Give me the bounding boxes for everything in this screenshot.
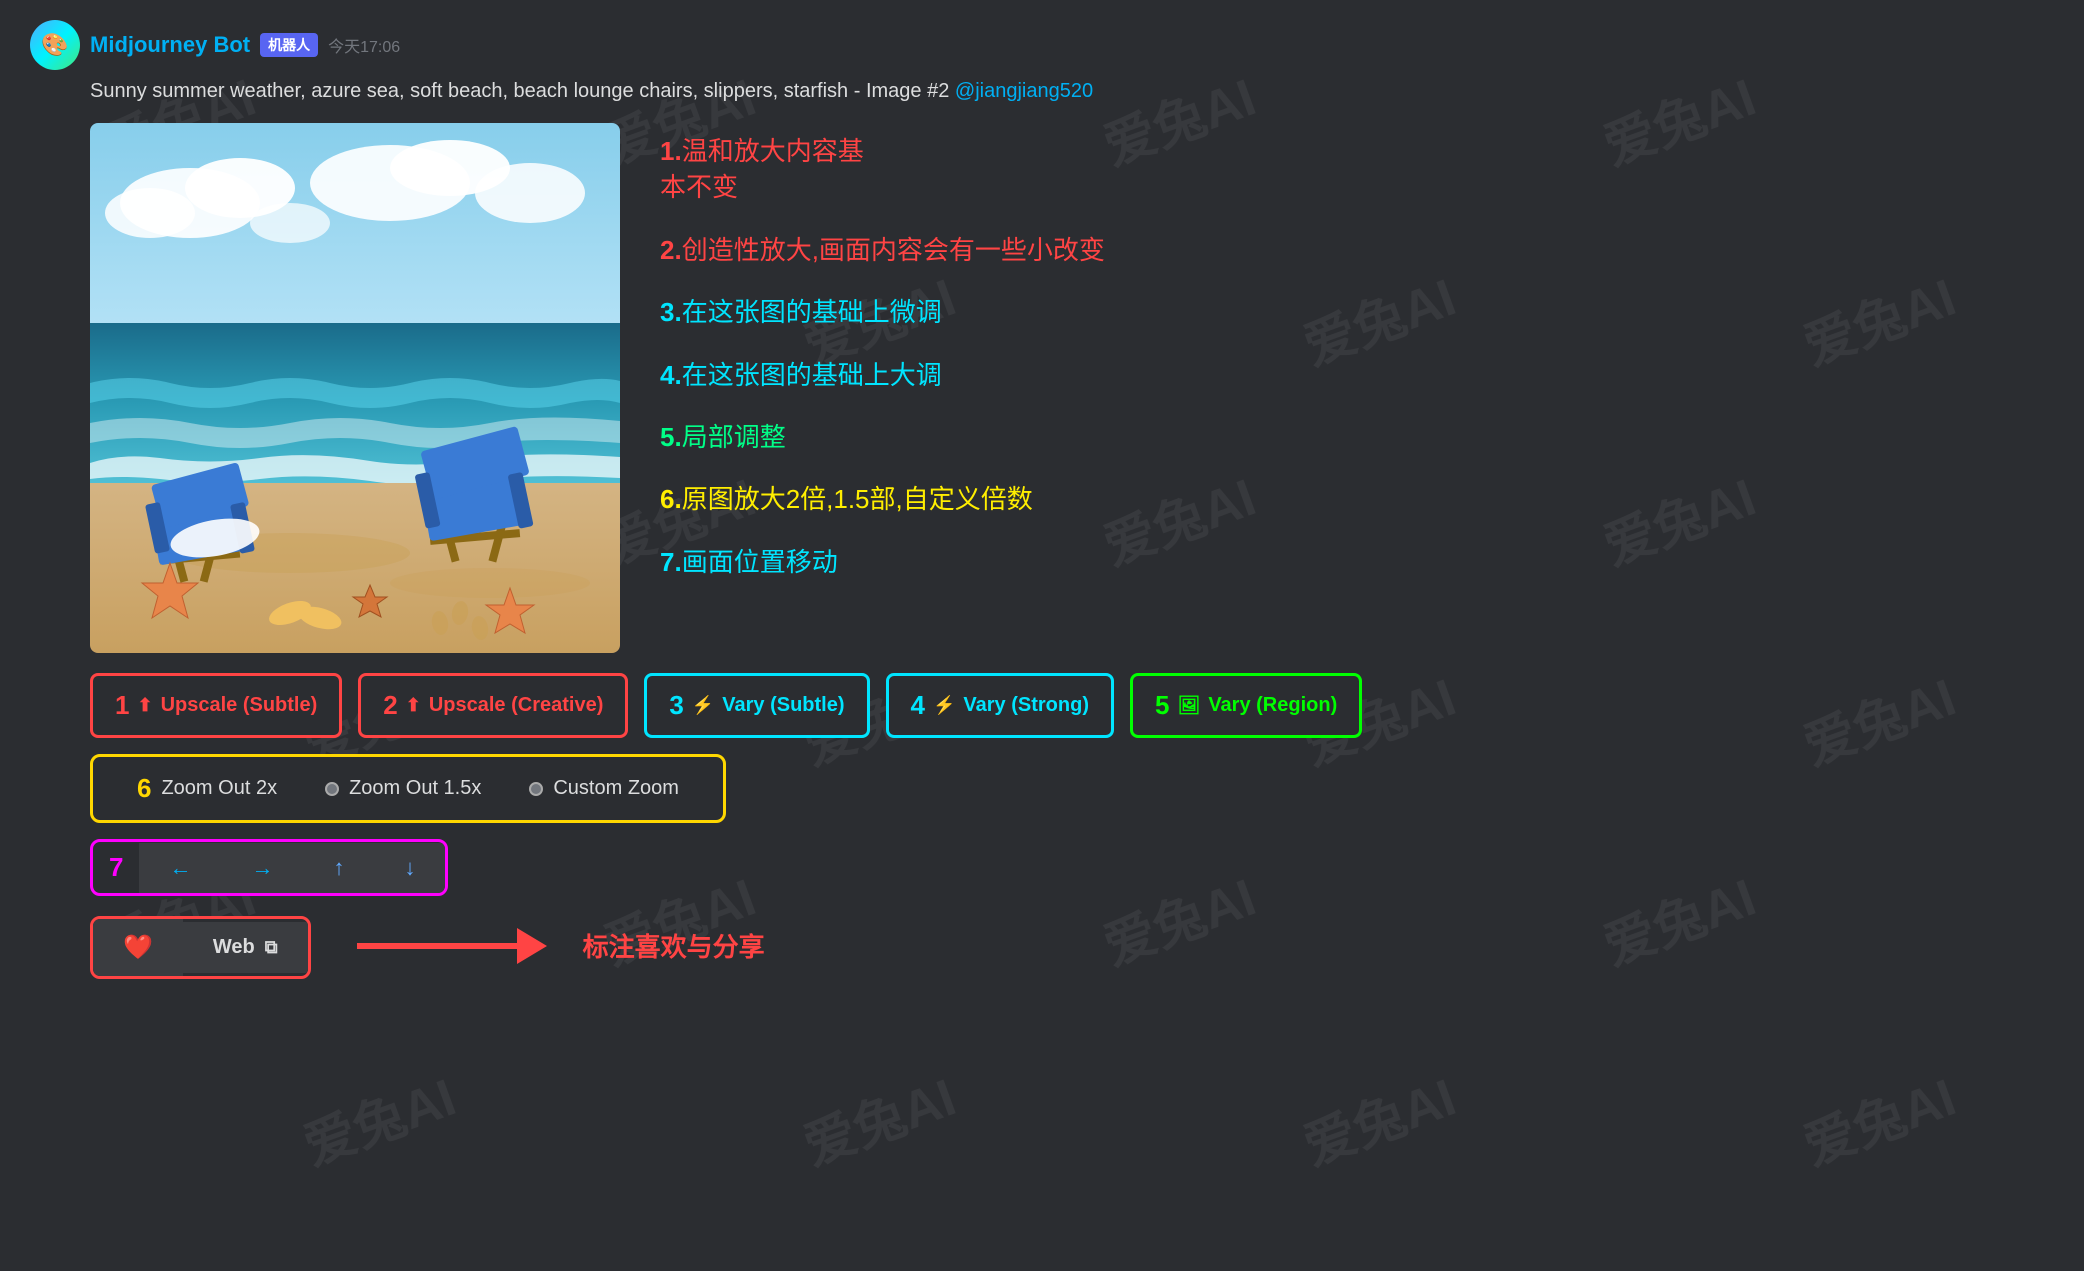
vary-subtle-button[interactable]: 3 ⚡ Vary (Subtle) xyxy=(644,673,869,738)
zoom-row: 6 Zoom Out 2x Zoom Out 1.5x Custom Zoom xyxy=(90,754,2054,823)
upscale-creative-button[interactable]: 2 ⬆ Upscale (Creative) xyxy=(358,673,628,738)
annotation-label: 标注喜欢与分享 xyxy=(583,927,765,964)
vary-region-button[interactable]: 5 🖼 Vary (Region) xyxy=(1130,673,1362,738)
timestamp: 今天17:06 xyxy=(328,33,400,57)
generated-image xyxy=(90,123,620,653)
message-description: Sunny summer weather, azure sea, soft be… xyxy=(30,80,2054,103)
web-button[interactable]: Web ⧉ xyxy=(183,922,308,973)
arrow-left-button[interactable]: ← xyxy=(139,843,221,893)
arrow-up-button[interactable]: ↑ xyxy=(303,843,374,893)
zoom-buttons-group: 6 Zoom Out 2x Zoom Out 1.5x Custom Zoom xyxy=(90,754,726,823)
annotation-2: 2.创造性放大,画面内容会有一些小改变 xyxy=(660,232,2054,268)
annotation-1: 1.温和放大内容基本不变 xyxy=(660,133,2054,206)
annotation-7: 7.画面位置移动 xyxy=(660,544,2054,580)
annotation-arrow xyxy=(357,928,547,964)
upscale-vary-row: 1 ⬆ Upscale (Subtle) 2 ⬆ Upscale (Creati… xyxy=(90,673,2054,738)
vary-strong-button[interactable]: 4 ⚡ Vary (Strong) xyxy=(886,673,1114,738)
annotation-panel: 1.温和放大内容基本不变 2.创造性放大,画面内容会有一些小改变 3.在这张图的… xyxy=(660,123,2054,616)
upscale-subtle-button[interactable]: 1 ⬆ Upscale (Subtle) xyxy=(90,673,342,738)
zoom-out-1.5x-button[interactable]: Zoom Out 1.5x xyxy=(301,771,505,806)
bot-name: Midjourney Bot xyxy=(90,32,250,58)
heart-button[interactable]: ❤️ xyxy=(93,919,183,976)
bot-tag: 机器人 xyxy=(260,33,318,57)
bot-avatar: 🎨 xyxy=(30,20,80,70)
custom-zoom-button[interactable]: Custom Zoom xyxy=(505,771,703,806)
heart-web-group: ❤️ Web ⧉ xyxy=(90,916,311,979)
annotation-6: 6.原图放大2倍,1.5部,自定义倍数 xyxy=(660,481,2054,517)
arrow-row: 7 ← → ↑ ↓ xyxy=(90,839,2054,896)
zoom-out-2x-button[interactable]: 6 Zoom Out 2x xyxy=(113,767,301,810)
annotation-5: 5.局部调整 xyxy=(660,419,2054,455)
arrow-right-button[interactable]: → xyxy=(221,843,303,893)
arrow-down-button[interactable]: ↓ xyxy=(374,843,445,893)
annotation-4: 4.在这张图的基础上大调 xyxy=(660,357,2054,393)
direction-buttons-group: 7 ← → ↑ ↓ xyxy=(90,839,448,896)
annotation-3: 3.在这张图的基础上微调 xyxy=(660,294,2054,330)
action-row: ❤️ Web ⧉ 标注喜欢与分享 xyxy=(90,912,2054,979)
